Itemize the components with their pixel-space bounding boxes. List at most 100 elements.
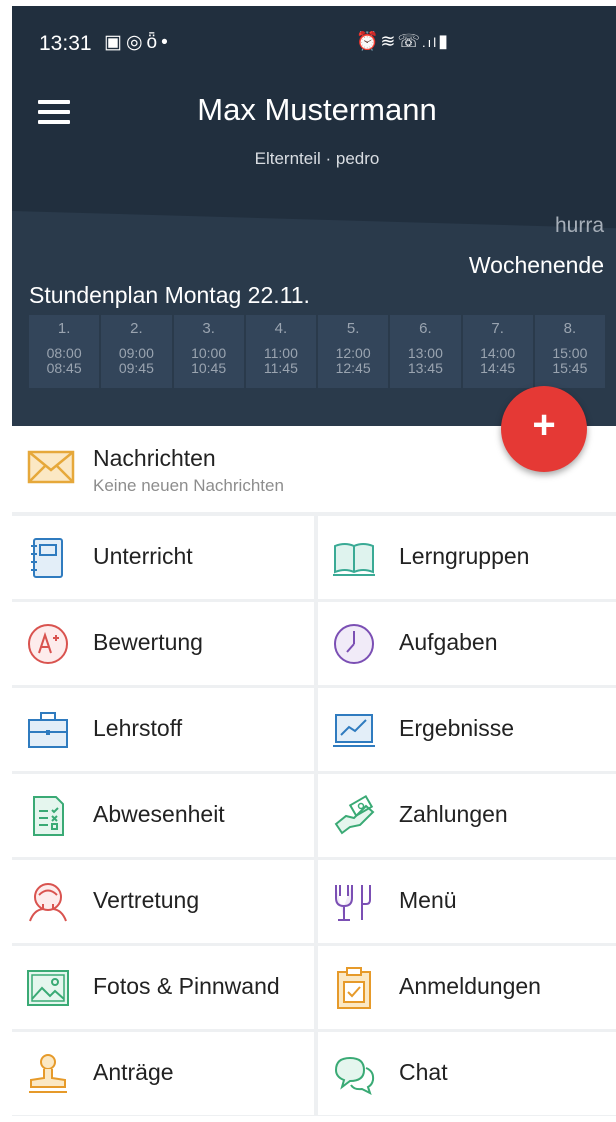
period-number: 8.: [563, 320, 577, 337]
alarm-icon: ⏰: [356, 31, 381, 51]
app-header: 13:31 ▣◎ȫ• ⏰≋☏.ıl▮ Max Mustermann Eltern…: [12, 6, 616, 426]
briefcase-icon: [28, 712, 68, 748]
dot-icon: •: [161, 32, 172, 53]
app: 13:31 ▣◎ȫ• ⏰≋☏.ıl▮ Max Mustermann Eltern…: [12, 6, 616, 1116]
menu-item-aufgaben[interactable]: Aufgaben: [318, 602, 616, 685]
menu-item-label: Vertretung: [93, 887, 200, 913]
menu-item-label: Lerngruppen: [399, 543, 530, 569]
user-name: Max Mustermann: [197, 92, 437, 127]
menu-item-label: Abwesenheit: [93, 801, 225, 827]
period-end: 14:45: [480, 360, 516, 376]
clipboard-icon: [337, 967, 371, 1009]
period-start: 08:00: [46, 345, 82, 361]
period-end: 15:45: [552, 360, 588, 376]
menu-item-abwesenheit[interactable]: Abwesenheit: [12, 774, 314, 857]
messages-title: Nachrichten: [93, 445, 216, 471]
chart-icon: [333, 714, 375, 747]
status-bar: 13:31 ▣◎ȫ• ⏰≋☏.ıl▮: [12, 6, 616, 78]
food-icon: [335, 885, 371, 921]
period-number: 2.: [130, 320, 143, 337]
menu-item-fotos-pinnwand[interactable]: Fotos & Pinnwand: [12, 946, 314, 1029]
menu-item-ergebnisse[interactable]: Ergebnisse: [318, 688, 616, 771]
period-start: 13:00: [407, 345, 443, 361]
period-end: 13:45: [407, 360, 443, 376]
menu-item-lehrstoff[interactable]: Lehrstoff: [12, 688, 314, 771]
schedule-period[interactable]: 8. 15:00 15:45: [534, 315, 605, 388]
period-number: 3.: [202, 320, 215, 337]
schedule-period[interactable]: 3. 10:00 10:45: [173, 315, 244, 388]
whatsapp-icon: ◎: [125, 32, 147, 53]
period-end: 11:45: [263, 360, 298, 376]
period-number: 4.: [274, 320, 288, 337]
period-start: 10:00: [191, 345, 227, 361]
chat-icon: [334, 1056, 375, 1095]
period-start: 11:00: [263, 345, 298, 361]
period-start: 09:00: [118, 345, 154, 361]
menu-item-label: Menü: [399, 887, 457, 913]
menu-item-label: Lehrstoff: [93, 715, 183, 741]
period-end: 12:45: [335, 360, 371, 376]
menu-item-zahlungen[interactable]: Zahlungen: [318, 774, 616, 857]
period-number: 1.: [57, 320, 71, 337]
wifi-call-icon: ☏: [397, 31, 423, 51]
person-icon: [29, 883, 67, 922]
schedule-period[interactable]: 6. 13:00 13:45: [390, 315, 461, 388]
user-role: Elternteil · pedro: [254, 149, 380, 168]
period-start: 12:00: [335, 345, 371, 361]
battery-icon: ▮: [438, 31, 451, 51]
notebook-icon: [31, 538, 63, 578]
image-icon: ▣: [104, 32, 126, 53]
menu-item-label: Ergebnisse: [399, 715, 515, 741]
stamp-icon: [29, 1054, 67, 1093]
menu-item-label: Aufgaben: [399, 629, 498, 655]
messages-subtitle: Keine neuen Nachrichten: [93, 476, 284, 495]
period-start: 14:00: [480, 345, 516, 361]
period-number: 6.: [419, 320, 432, 337]
period-start: 15:00: [552, 345, 588, 361]
open-book-icon: [333, 543, 375, 576]
money-icon: [334, 794, 375, 835]
schedule-period[interactable]: 7. 14:00 14:45: [462, 315, 533, 388]
envelope-icon: [27, 450, 75, 484]
schedule-period[interactable]: 4. 11:00 11:45: [245, 315, 316, 388]
menu-item-label: Anmeldungen: [399, 973, 541, 999]
menu-item-label: Unterricht: [93, 543, 193, 569]
period-end: 10:45: [191, 360, 227, 376]
menu-item-label: Zahlungen: [399, 801, 508, 827]
grade-icon: [28, 624, 68, 664]
schedule-periods: 1. 08:00 08:45 2. 09:00 09:45 3. 10:00 10:45 4. 11…: [29, 315, 605, 388]
signal-icon: .ıl: [422, 35, 439, 50]
menu-item-menü[interactable]: Menü: [318, 860, 616, 943]
menu-item-label: Bewertung: [93, 629, 203, 655]
menu-item-vertretung[interactable]: Vertretung: [12, 860, 314, 943]
menu-item-anträge[interactable]: Anträge: [12, 1032, 314, 1115]
menu-item-unterricht[interactable]: Unterricht: [12, 516, 314, 599]
schedule-title: Stundenplan Montag 22.11.: [29, 282, 310, 308]
status-system-icons: ⏰≋☏.ıl▮: [356, 31, 450, 52]
menu-item-lerngruppen[interactable]: Lerngruppen: [318, 516, 616, 599]
menu-item-anmeldungen[interactable]: Anmeldungen: [318, 946, 616, 1029]
day-note-small: hurra: [554, 214, 604, 237]
menu-item-label: Fotos & Pinnwand: [93, 973, 280, 999]
menu-item-chat[interactable]: Chat: [318, 1032, 616, 1115]
schedule-period[interactable]: 1. 08:00 08:45: [29, 315, 100, 388]
schedule-period[interactable]: 5. 12:00 12:45: [318, 315, 389, 388]
period-number: 7.: [491, 320, 504, 337]
menu-item-bewertung[interactable]: Bewertung: [12, 602, 314, 685]
clock-icon: [334, 624, 374, 664]
photo-icon: [27, 970, 69, 1006]
status-notification-icons: ▣◎ȫ•: [104, 31, 172, 54]
status-time: 13:31: [39, 32, 92, 55]
menu-item-label: Anträge: [93, 1059, 174, 1085]
timer-icon: ȫ: [146, 32, 162, 53]
menu-item-label: Chat: [399, 1059, 448, 1085]
checklist-icon: [33, 796, 64, 836]
add-fab-button[interactable]: +: [501, 386, 587, 472]
wifi-icon: ≋: [380, 31, 398, 51]
period-end: 08:45: [46, 360, 82, 376]
schedule-period[interactable]: 2. 09:00 09:45: [101, 315, 172, 388]
day-note: Wochenende: [468, 252, 604, 278]
period-end: 09:45: [118, 360, 154, 376]
screen: 13:31 ▣◎ȫ• ⏰≋☏.ıl▮ Max Mustermann Eltern…: [0, 0, 616, 1122]
plus-icon: +: [532, 403, 556, 447]
